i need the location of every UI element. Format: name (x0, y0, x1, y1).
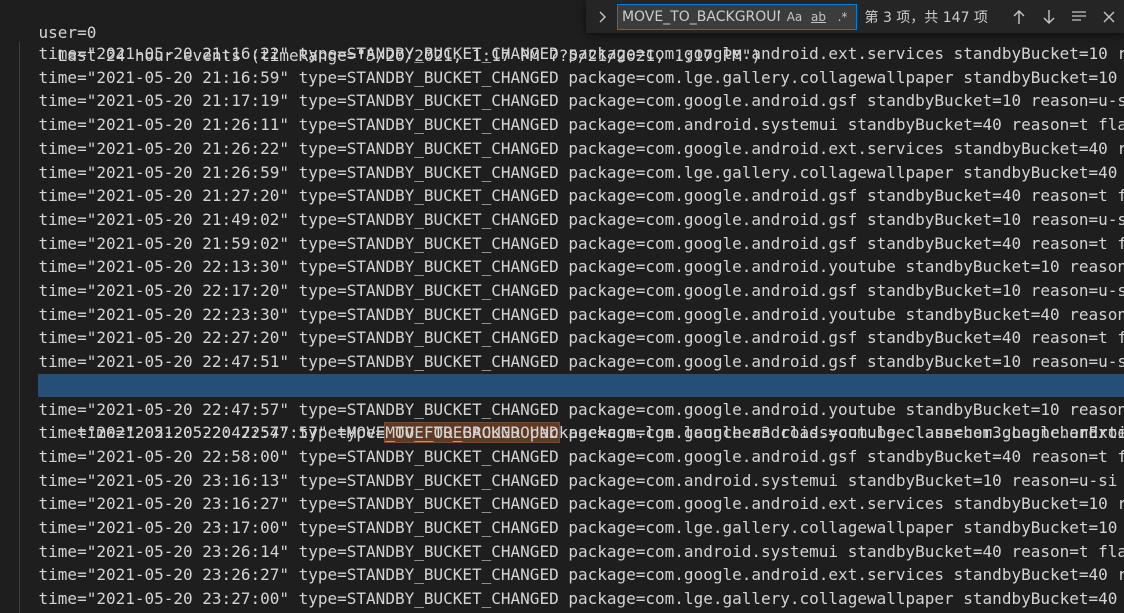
log-line: time="2021-05-20 23:17:00" type=STANDBY_… (0, 516, 1124, 540)
line-text: time="2021-05-20 21:26:11" type=STANDBY_… (0, 115, 1124, 135)
line-text: time="2021-05-20 21:59:02" type=STANDBY_… (0, 233, 1124, 253)
line-text: time="2021-05-20 21:26:59" type=STANDBY_… (38, 162, 1118, 182)
line-text: time="2021-05-20 21:16:59" type=STANDBY_… (38, 67, 1118, 87)
line-text: time="2021-05-20 22:58:00" type=STANDBY_… (0, 446, 1124, 466)
line-text: time="2021-05-20 23:26:14" type=STANDBY_… (0, 541, 1124, 561)
line-text: time="2021-05-20 21:49:02" type=STANDBY_… (0, 209, 1124, 229)
line-text: time="2021-05-20 22:23:30" type=STANDBY_… (0, 304, 1124, 324)
log-line: time="2021-05-20 23:26:27" type=STANDBY_… (0, 563, 1124, 587)
line-text: time="2021-05-20 22:47:57" type=STANDBY_… (38, 399, 1124, 419)
line-text: time="2021-05-20 23:27:00" type=STANDBY_… (38, 589, 1118, 609)
log-line: time="2021-05-20 21:17:19" type=STANDBY_… (0, 89, 1124, 113)
line-text: time="2021-05-20 22:17:20" type=STANDBY_… (0, 281, 1124, 300)
match-whole-word-button[interactable]: ab (808, 7, 830, 27)
log-line: time="2021-05-20 21:16:22" type=STANDBY_… (0, 42, 1124, 66)
line-text: time="2021-05-20 23:16:13" type=STANDBY_… (0, 470, 1124, 490)
close-icon[interactable] (1094, 4, 1124, 30)
line-text: time="2021-05-20 21:26:22" type=STANDBY_… (38, 138, 1124, 158)
match-count: 第 3 项，共 147 项 (864, 9, 988, 26)
line-text: time="2021-05-20 22:27:20" type=STANDBY_… (0, 328, 1124, 348)
line-text: time="2021-05-20 22:47:57" type=MOVE_TO_… (0, 423, 1124, 443)
line-text: time="2021-05-20 23:26:27" type=STANDBY_… (38, 565, 1124, 585)
line-text: time="2021-05-20 21:27:20" type=STANDBY_… (0, 186, 1124, 206)
selected-line: time="2021-05-20 22:47:57" type=MOVE_TO_… (0, 373, 1124, 444)
log-line: time="2021-05-20 22:23:30" type=STANDBY_… (0, 303, 1124, 327)
log-line: time="2021-05-20 22:47:57" type=MOVE_TO_… (0, 421, 1124, 445)
log-line: time="2021-05-20 22:17:20" type=STANDBY_… (0, 279, 1124, 303)
log-line: time="2021-05-20 22:58:00" type=STANDBY_… (0, 445, 1124, 469)
regex-button[interactable]: .* (832, 7, 854, 27)
log-line: time="2021-05-20 21:26:59" type=STANDBY_… (0, 161, 1124, 185)
line-text: time="2021-05-20 23:16:27" type=STANDBY_… (38, 494, 1124, 514)
arrow-up-icon[interactable] (1004, 4, 1034, 30)
log-line: time="2021-05-20 23:16:13" type=STANDBY_… (0, 469, 1124, 493)
line-text: time="2021-05-20 21:17:19" type=STANDBY_… (0, 91, 1124, 111)
log-line: time="2021-05-20 22:47:57" type=STANDBY_… (0, 398, 1124, 422)
line-text: time="2021-05-20 23:17:00" type=STANDBY_… (38, 518, 1118, 537)
chevron-right-icon[interactable] (586, 0, 615, 33)
log-line: time="2021-05-20 21:26:11" type=STANDBY_… (0, 113, 1124, 137)
log-line: time="2021-05-20 21:16:59" type=STANDBY_… (0, 66, 1124, 90)
log-line: time="2021-05-20 21:49:02" type=STANDBY_… (0, 208, 1124, 232)
line-text: time="2021-05-20 21:16:22" type=STANDBY_… (38, 44, 1124, 63)
find-widget: Aa ab .* 第 3 项，共 147 项 (586, 0, 1124, 33)
find-input[interactable] (617, 8, 784, 25)
find-input-box: Aa ab .* (616, 3, 857, 30)
match-case-button[interactable]: Aa (784, 7, 806, 27)
log-line: time="2021-05-20 22:27:20" type=STANDBY_… (0, 326, 1124, 350)
line-text: time="2021-05-20 22:13:30" type=STANDBY_… (38, 257, 1124, 277)
selection-icon[interactable] (1064, 4, 1094, 30)
selection-highlight (38, 373, 1124, 398)
log-line: time="2021-05-20 23:16:27" type=STANDBY_… (0, 492, 1124, 516)
line-text: time="2021-05-20 22:47:51" type=STANDBY_… (0, 352, 1124, 372)
arrow-down-icon[interactable] (1034, 4, 1064, 30)
log-line: time="2021-05-20 22:47:51" type=STANDBY_… (0, 350, 1124, 374)
log-line: time="2021-05-20 21:27:20" type=STANDBY_… (0, 184, 1124, 208)
text-editor[interactable]: user=0 Last 24 hour events (timeRange="5… (0, 0, 1124, 613)
log-line: time="2021-05-20 22:13:30" type=STANDBY_… (0, 255, 1124, 279)
log-line: time="2021-05-20 23:27:00" type=STANDBY_… (0, 587, 1124, 611)
log-line: time="2021-05-20 21:59:02" type=STANDBY_… (0, 232, 1124, 256)
log-line: time="2021-05-20 23:26:14" type=STANDBY_… (0, 540, 1124, 564)
log-line: time="2021-05-20 21:26:22" type=STANDBY_… (0, 137, 1124, 161)
